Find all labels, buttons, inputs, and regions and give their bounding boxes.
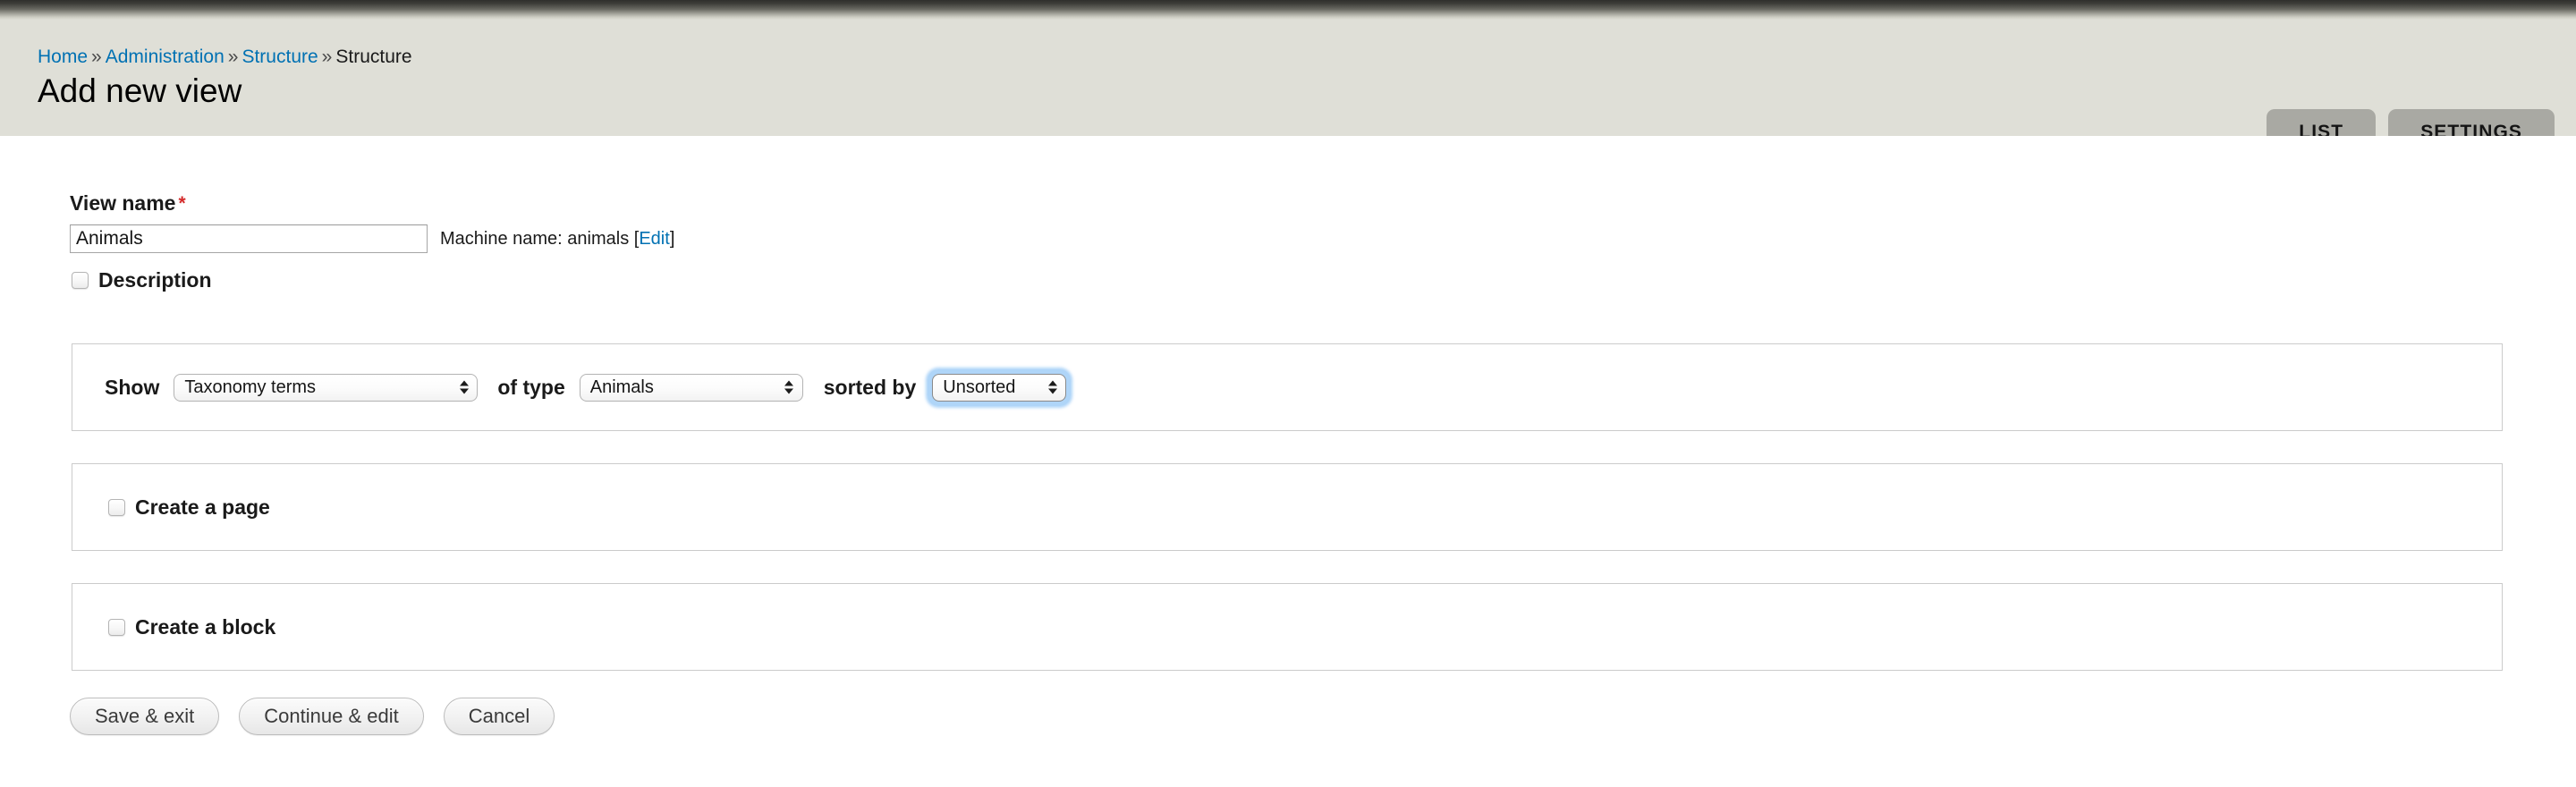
create-page-label: Create a page [135,495,270,519]
description-row: Description [72,268,212,292]
sorted-by-focus-ring: Unsorted [928,368,1072,406]
sorted-by-select[interactable]: Unsorted [932,373,1067,402]
breadcrumb-item-current: Structure [335,47,412,67]
breadcrumb: Home» Administration» Structure» Structure [38,47,412,68]
toolbar-strip [0,0,2576,20]
of-type-select[interactable]: Animals [579,373,803,402]
view-name-label-text: View name [70,191,176,215]
machine-name-text: Machine name: animals [440,229,630,249]
view-name-label: View name * [70,191,186,216]
description-label: Description [98,268,212,292]
create-page-panel: Create a page [72,463,2503,551]
show-label: Show [105,375,160,399]
required-asterisk: * [178,193,186,214]
breadcrumb-separator: » [321,47,333,67]
breadcrumb-separator: » [91,47,102,67]
stepper-icon [784,379,794,396]
breadcrumb-separator: » [227,47,239,67]
breadcrumb-item-home[interactable]: Home [38,47,88,67]
machine-name-display: Machine name: animals [Edit] [440,227,674,250]
stepper-icon [459,379,469,396]
show-select[interactable]: Taxonomy terms [174,373,479,402]
show-select-wrapper: Taxonomy terms [174,373,479,402]
breadcrumb-item-structure[interactable]: Structure [242,47,318,67]
create-block-panel: Create a block [72,583,2503,671]
cancel-button[interactable]: Cancel [443,698,555,735]
description-checkbox[interactable] [72,271,89,289]
sorted-by-label: sorted by [823,375,917,399]
continue-and-edit-button[interactable]: Continue & edit [239,698,424,735]
page-header: Home» Administration» Structure» Structure … [0,20,2576,156]
breadcrumb-item-administration[interactable]: Administration [106,47,225,67]
of-type-label: of type [497,375,565,399]
machine-name-edit-link[interactable]: Edit [639,229,669,249]
view-name-input[interactable] [70,224,428,253]
create-page-checkbox[interactable] [108,498,125,516]
page-title: Add new view [38,72,242,109]
machine-name-bracket-close: ] [669,229,675,249]
show-select-value: Taxonomy terms [184,377,317,397]
stepper-icon [1047,379,1057,396]
main-content: View name* Machine name: animals [Edit] … [0,136,2576,787]
save-and-exit-button[interactable]: Save & exit [70,698,220,735]
of-type-select-wrapper: Animals [579,373,803,402]
create-block-checkbox[interactable] [108,618,125,636]
show-panel: Show Taxonomy terms of type Animals sort… [72,343,2503,431]
of-type-select-value: Animals [589,377,654,397]
form-actions: Save & exit Continue & edit Cancel [70,698,555,735]
create-block-label: Create a block [135,614,276,639]
sorted-by-select-value: Unsorted [943,377,1016,397]
